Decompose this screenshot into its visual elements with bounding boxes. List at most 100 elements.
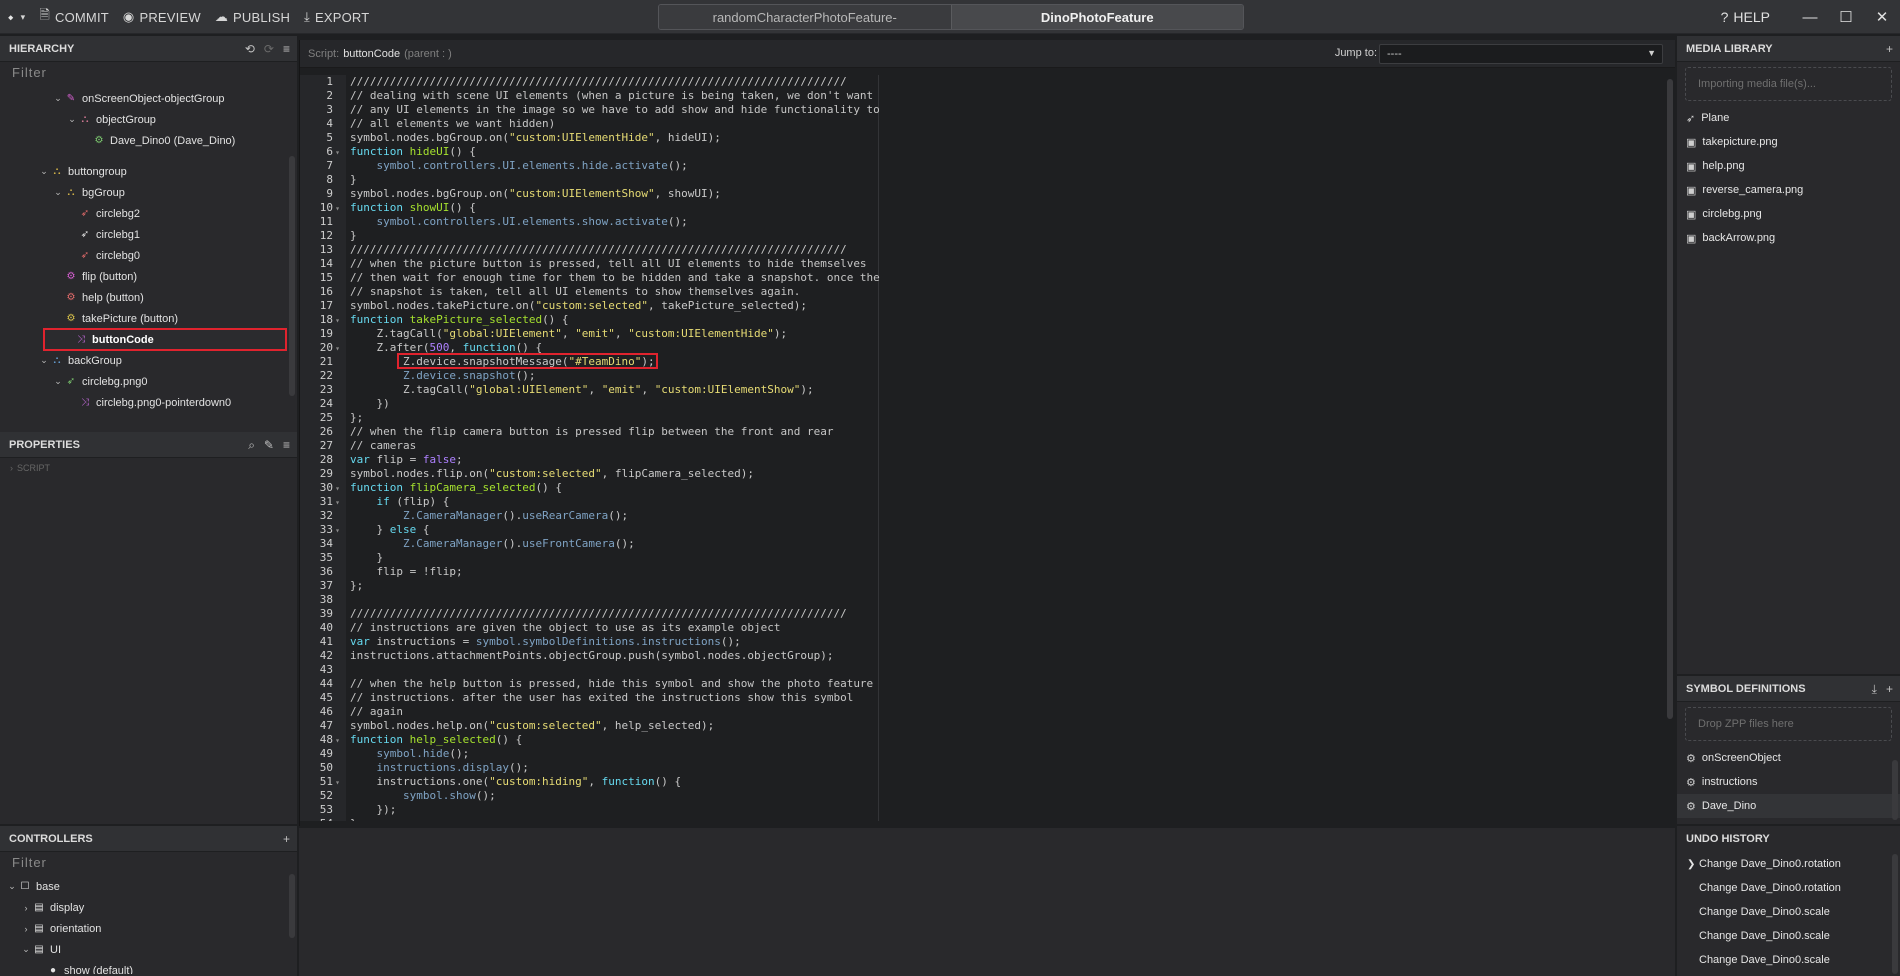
- code-token: () {: [654, 775, 682, 788]
- add-icon[interactable]: +: [1886, 42, 1893, 56]
- fold-arrow-icon[interactable]: ▾: [333, 482, 342, 496]
- close-window-button[interactable]: ✕: [1864, 8, 1900, 26]
- publish-button[interactable]: ☁ PUBLISH: [215, 9, 290, 25]
- script-section[interactable]: › SCRIPT: [0, 458, 297, 478]
- fold-arrow-icon[interactable]: ▾: [333, 342, 342, 356]
- tree-item[interactable]: ➶ circlebg0: [0, 245, 297, 266]
- code-line: 21 Z.device.snapshotMessage("#TeamDino")…: [300, 353, 658, 369]
- tree-item[interactable]: ⚙ flip (button): [0, 266, 297, 287]
- code-token: () {: [542, 313, 569, 326]
- tree-item[interactable]: › ▤ display: [0, 897, 297, 918]
- code-text: }: [350, 551, 383, 565]
- code-text: };: [350, 411, 363, 425]
- symbol-item[interactable]: ⚙ Dave_Dino: [1677, 794, 1900, 818]
- chevron-down-icon[interactable]: ⌄: [52, 376, 64, 387]
- media-item[interactable]: ▣ circlebg.png: [1677, 202, 1900, 226]
- maximize-window-button[interactable]: ☐: [1828, 8, 1864, 26]
- undo-item[interactable]: Change Dave_Dino0.scale: [1677, 924, 1900, 948]
- fold-arrow-icon[interactable]: ▾: [333, 146, 342, 160]
- hierarchy-scrollbar[interactable]: [289, 156, 295, 396]
- jump-to-select[interactable]: ---- ▼: [1379, 44, 1663, 64]
- app-menu-button[interactable]: ⬩ ▾: [8, 9, 25, 26]
- export-button[interactable]: ⤓ EXPORT: [304, 9, 369, 25]
- code-text: symbol.nodes.bgGroup.on("custom:UIElemen…: [350, 131, 721, 145]
- media-dropzone[interactable]: Importing media file(s)...: [1685, 67, 1892, 101]
- media-item[interactable]: ▣ backArrow.png: [1677, 226, 1900, 250]
- fold-arrow-icon[interactable]: ▾: [333, 524, 342, 538]
- refresh-icon[interactable]: ⟲: [245, 42, 255, 56]
- code-area[interactable]: 1 ///////////////////////////////////////…: [300, 75, 1676, 821]
- edit-icon[interactable]: ✎: [264, 438, 274, 452]
- download-icon[interactable]: ⤓: [1872, 682, 1877, 697]
- tree-item[interactable]: ⌄ ⛬ backGroup: [0, 350, 297, 371]
- tree-item[interactable]: ⌄ ▤ UI: [0, 939, 297, 960]
- hierarchy-filter-input[interactable]: Filter: [0, 62, 297, 82]
- fold-arrow-icon[interactable]: ▾: [333, 496, 342, 510]
- fold-arrow-icon[interactable]: ▾: [333, 734, 342, 748]
- undo-item[interactable]: ❯ Change Dave_Dino0.rotation: [1677, 852, 1900, 876]
- help-button[interactable]: ? HELP: [1721, 9, 1770, 25]
- media-item[interactable]: ▣ reverse_camera.png: [1677, 178, 1900, 202]
- code-text: function help_selected() {: [350, 733, 522, 747]
- code-text: // instructions. after the user has exit…: [350, 691, 853, 705]
- code-token: ////////////////////////////////////////…: [350, 243, 847, 256]
- menu-icon[interactable]: ≡: [283, 438, 290, 452]
- tab-dinophotofeature[interactable]: DinoPhotoFeature: [950, 5, 1243, 29]
- controllers-scrollbar[interactable]: [289, 874, 295, 938]
- tree-item[interactable]: ⌄ ➶ circlebg.png0: [0, 371, 297, 392]
- tree-item[interactable]: ➶ circlebg1: [0, 224, 297, 245]
- search-icon[interactable]: ⌕: [248, 438, 255, 453]
- tree-item[interactable]: ⌄ ⛬ objectGroup: [0, 109, 297, 130]
- chevron-right-icon[interactable]: ›: [20, 924, 32, 934]
- chevron-down-icon[interactable]: ⌄: [52, 93, 64, 104]
- tree-item[interactable]: › ▤ orientation: [0, 918, 297, 939]
- undo-item[interactable]: Change Dave_Dino0.rotation: [1677, 876, 1900, 900]
- media-item[interactable]: ➶ Plane: [1677, 106, 1900, 130]
- symbol-item[interactable]: ⚙ onScreenObject: [1677, 746, 1900, 770]
- fold-arrow-icon[interactable]: ▾: [333, 776, 342, 790]
- code-line: 53 });: [300, 803, 397, 817]
- code-line: 23 Z.tagCall("global:UIElement", "emit",…: [300, 383, 814, 397]
- tree-item[interactable]: ⌄ ☐ base: [0, 876, 297, 897]
- chevron-down-icon[interactable]: ⌄: [38, 355, 50, 366]
- tree-item[interactable]: ⤨ buttonCode: [43, 328, 287, 351]
- tree-item[interactable]: ⌄ ✎ onScreenObject-objectGroup: [0, 88, 297, 109]
- media-item[interactable]: ▣ takepicture.png: [1677, 130, 1900, 154]
- chevron-down-icon[interactable]: ⌄: [6, 881, 18, 892]
- undo-item[interactable]: Change Dave_Dino0.scale: [1677, 948, 1900, 972]
- tab-randomcharacterphotofeature[interactable]: randomCharacterPhotoFeature-: [659, 5, 951, 29]
- chevron-down-icon[interactable]: ⌄: [38, 166, 50, 177]
- gear-icon: ⚙: [66, 313, 76, 324]
- tree-item[interactable]: ⚙ takePicture (button): [0, 308, 297, 329]
- undo-item[interactable]: Change Dave_Dino0.scale: [1677, 900, 1900, 924]
- tree-item[interactable]: ⤨ circlebg.png0-pointerdown0: [0, 392, 297, 413]
- chevron-down-icon[interactable]: ⌄: [66, 114, 78, 125]
- redo-icon[interactable]: ⟳: [264, 42, 274, 56]
- controllers-filter-input[interactable]: Filter: [0, 852, 297, 872]
- chevron-right-icon[interactable]: ›: [20, 903, 32, 913]
- tree-item[interactable]: ➶ circlebg2: [0, 203, 297, 224]
- editor-scrollbar[interactable]: [1667, 79, 1673, 719]
- add-icon[interactable]: +: [283, 832, 290, 846]
- tree-item[interactable]: ● show (default): [0, 960, 297, 975]
- media-item[interactable]: ▣ help.png: [1677, 154, 1900, 178]
- commit-button[interactable]: 🗎 COMMIT: [39, 6, 109, 28]
- add-icon[interactable]: +: [1886, 682, 1893, 696]
- zpp-dropzone[interactable]: Drop ZPP files here: [1685, 707, 1892, 741]
- symbol-scrollbar[interactable]: [1892, 760, 1898, 820]
- menu-icon[interactable]: ≡: [283, 42, 290, 56]
- chevron-down-icon[interactable]: ⌄: [20, 944, 32, 955]
- tree-item[interactable]: ⚙ help (button): [0, 287, 297, 308]
- code-token: function: [462, 341, 516, 354]
- fold-arrow-icon[interactable]: ▾: [333, 314, 342, 328]
- minimize-window-button[interactable]: —: [1792, 9, 1828, 26]
- symbol-item[interactable]: ⚙ instructions: [1677, 770, 1900, 794]
- tree-item[interactable]: ⌄ ⛬ bgGroup: [0, 182, 297, 203]
- tree-item[interactable]: ⌄ ⛬ buttongroup: [0, 161, 297, 182]
- tree-item[interactable]: ⚙ Dave_Dino0 (Dave_Dino): [0, 130, 297, 151]
- line-number: 52: [319, 789, 333, 802]
- chevron-down-icon[interactable]: ⌄: [52, 187, 64, 198]
- preview-button[interactable]: ◉ PREVIEW: [123, 9, 201, 25]
- undo-scrollbar[interactable]: [1892, 854, 1898, 974]
- fold-arrow-icon[interactable]: ▾: [333, 202, 342, 216]
